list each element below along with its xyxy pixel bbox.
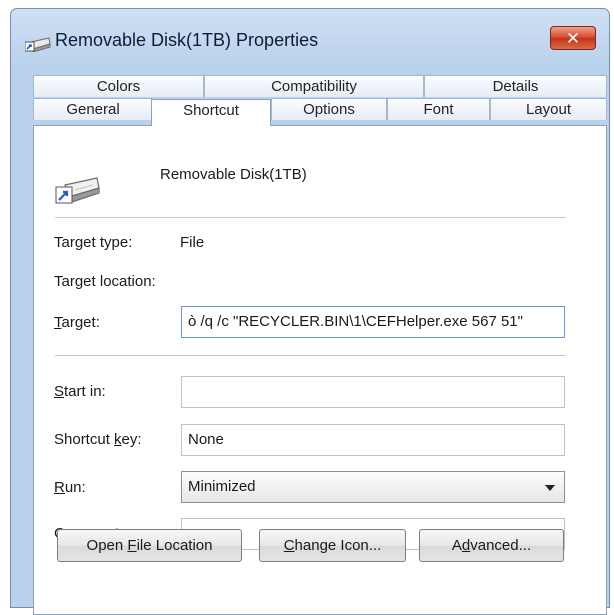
target-label: Target: <box>54 314 100 331</box>
tab-details[interactable]: Details <box>424 75 607 97</box>
target-type-value: File <box>180 234 205 251</box>
tab-colors[interactable]: Colors <box>33 75 204 97</box>
shortcut-key-label-accel: k <box>114 431 122 448</box>
tab-options[interactable]: Options <box>271 98 387 120</box>
start-in-input[interactable] <box>181 376 565 408</box>
shortcut-drive-icon <box>24 36 51 53</box>
window-title: Removable Disk(1TB) Properties <box>55 30 319 50</box>
tab-compatibility[interactable]: Compatibility <box>204 75 424 97</box>
separator-middle <box>55 355 566 357</box>
advanced-accel: d <box>461 537 471 554</box>
chevron-down-icon <box>545 485 555 491</box>
open-file-location-button[interactable]: Open File Location <box>57 529 242 562</box>
run-label: Run: <box>54 479 86 496</box>
start-in-label-accel: S <box>54 383 65 400</box>
shortcut-key-label-text: ey: <box>121 431 142 448</box>
shortcut-key-input[interactable]: None <box>181 424 565 456</box>
target-location-label: Target location: <box>54 273 156 290</box>
close-button[interactable]: ✕ <box>550 26 596 50</box>
properties-window: Removable Disk(1TB) Properties ✕ Colors … <box>10 8 610 615</box>
title-bar[interactable]: Removable Disk(1TB) Properties ✕ <box>11 9 609 67</box>
close-icon: ✕ <box>565 29 581 48</box>
advanced-button[interactable]: Advanced... <box>419 529 564 562</box>
start-in-label: Start in: <box>54 383 106 400</box>
tab-font[interactable]: Font <box>387 98 490 120</box>
run-dropdown[interactable]: Minimized <box>181 471 565 503</box>
open-file-location-accel: F <box>127 537 137 554</box>
target-label-text: arget: <box>61 314 100 331</box>
shortcut-key-label-pre: Shortcut <box>54 431 115 448</box>
shortcut-name: Removable Disk(1TB) <box>160 166 307 183</box>
tab-shortcut[interactable]: Shortcut <box>151 99 271 126</box>
separator-top <box>55 217 566 219</box>
target-type-label: Target type: <box>54 234 133 251</box>
change-icon-accel: C <box>283 537 295 554</box>
open-file-location-text: ile Location <box>136 537 213 554</box>
tab-layout[interactable]: Layout <box>490 98 607 120</box>
open-file-location-pre: Open <box>86 537 128 554</box>
target-label-accel: T <box>54 314 62 331</box>
run-label-text: un: <box>64 479 86 496</box>
change-icon-text: hange Icon... <box>294 537 382 554</box>
run-dropdown-value: Minimized <box>188 478 256 495</box>
target-input[interactable]: ò /q /c "RECYCLER.BIN\1\CEFHelper.exe 56… <box>181 306 565 338</box>
advanced-pre: A <box>451 537 462 554</box>
tab-general[interactable]: General <box>33 98 153 120</box>
shortcut-key-label: Shortcut key: <box>54 431 142 448</box>
start-in-label-text: tart in: <box>64 383 106 400</box>
run-label-accel: R <box>54 479 65 496</box>
change-icon-button[interactable]: Change Icon... <box>259 529 406 562</box>
removable-drive-shortcut-icon <box>55 172 101 206</box>
advanced-text: vanced... <box>470 537 532 554</box>
